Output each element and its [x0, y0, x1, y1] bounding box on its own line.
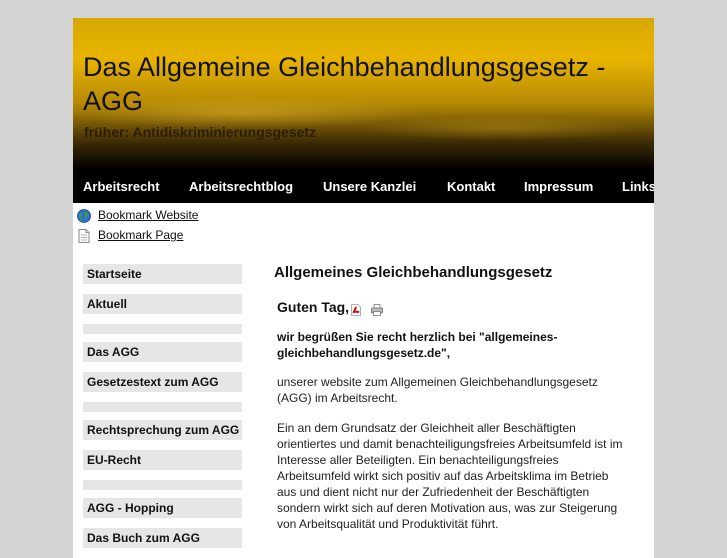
site-title: Das Allgemeine Gleichbehandlungsgesetz -… [83, 52, 606, 116]
nav-item-links[interactable]: Links [622, 170, 654, 203]
sidebar-separator [83, 402, 242, 412]
bookmark-page-label[interactable]: Bookmark Page [98, 228, 183, 242]
page-container: Das Allgemeine Gleichbehandlungsgesetz -… [73, 18, 654, 558]
main-nav: Arbeitsrecht Arbeitsrechtblog Unsere Kan… [73, 170, 654, 203]
sidebar-item-aktuell[interactable]: Aktuell [83, 294, 242, 314]
site-subtitle: früher: Antidiskriminierungsgesetz [84, 124, 317, 140]
sidebar-item-das-agg[interactable]: Das AGG [83, 342, 242, 362]
nav-item-arbeitsrechtblog[interactable]: Arbeitsrechtblog [189, 170, 293, 203]
print-icon[interactable] [371, 304, 383, 316]
body-paragraph: Ein an dem Grundsatz der Gleichheit alle… [277, 421, 623, 531]
greeting-text: Guten Tag, [277, 299, 350, 315]
sidebar-item-gesetzestext[interactable]: Gesetzestext zum AGG [83, 372, 242, 392]
page-icon [78, 229, 90, 243]
nav-item-kontakt[interactable]: Kontakt [447, 170, 495, 203]
pdf-icon[interactable] [350, 304, 362, 316]
sidebar-item-startseite[interactable]: Startseite [83, 264, 242, 284]
intro-paragraph: unserer website zum Allgemeinen Gleichbe… [277, 375, 598, 405]
sidebar-item-buch[interactable]: Das Buch zum AGG [83, 528, 242, 548]
sidebar-separator [83, 480, 242, 490]
nav-item-impressum[interactable]: Impressum [524, 170, 593, 203]
nav-item-unsere-kanzlei[interactable]: Unsere Kanzlei [323, 170, 416, 203]
sidebar-separator [83, 324, 242, 334]
nav-item-arbeitsrecht[interactable]: Arbeitsrecht [83, 170, 160, 203]
sidebar-item-eu-recht[interactable]: EU-Recht [83, 450, 242, 470]
sidebar-item-rechtsprechung[interactable]: Rechtsprechung zum AGG [83, 420, 242, 440]
globe-icon [77, 209, 91, 223]
site-header: Das Allgemeine Gleichbehandlungsgesetz -… [73, 18, 654, 170]
page-title: Allgemeines Gleichbehandlungsgesetz [274, 264, 553, 281]
welcome-text: wir begrüßen Sie recht herzlich bei "all… [277, 330, 558, 360]
bookmark-website-label[interactable]: Bookmark Website [98, 208, 198, 222]
sidebar-item-agg-hopping[interactable]: AGG - Hopping [83, 498, 242, 518]
